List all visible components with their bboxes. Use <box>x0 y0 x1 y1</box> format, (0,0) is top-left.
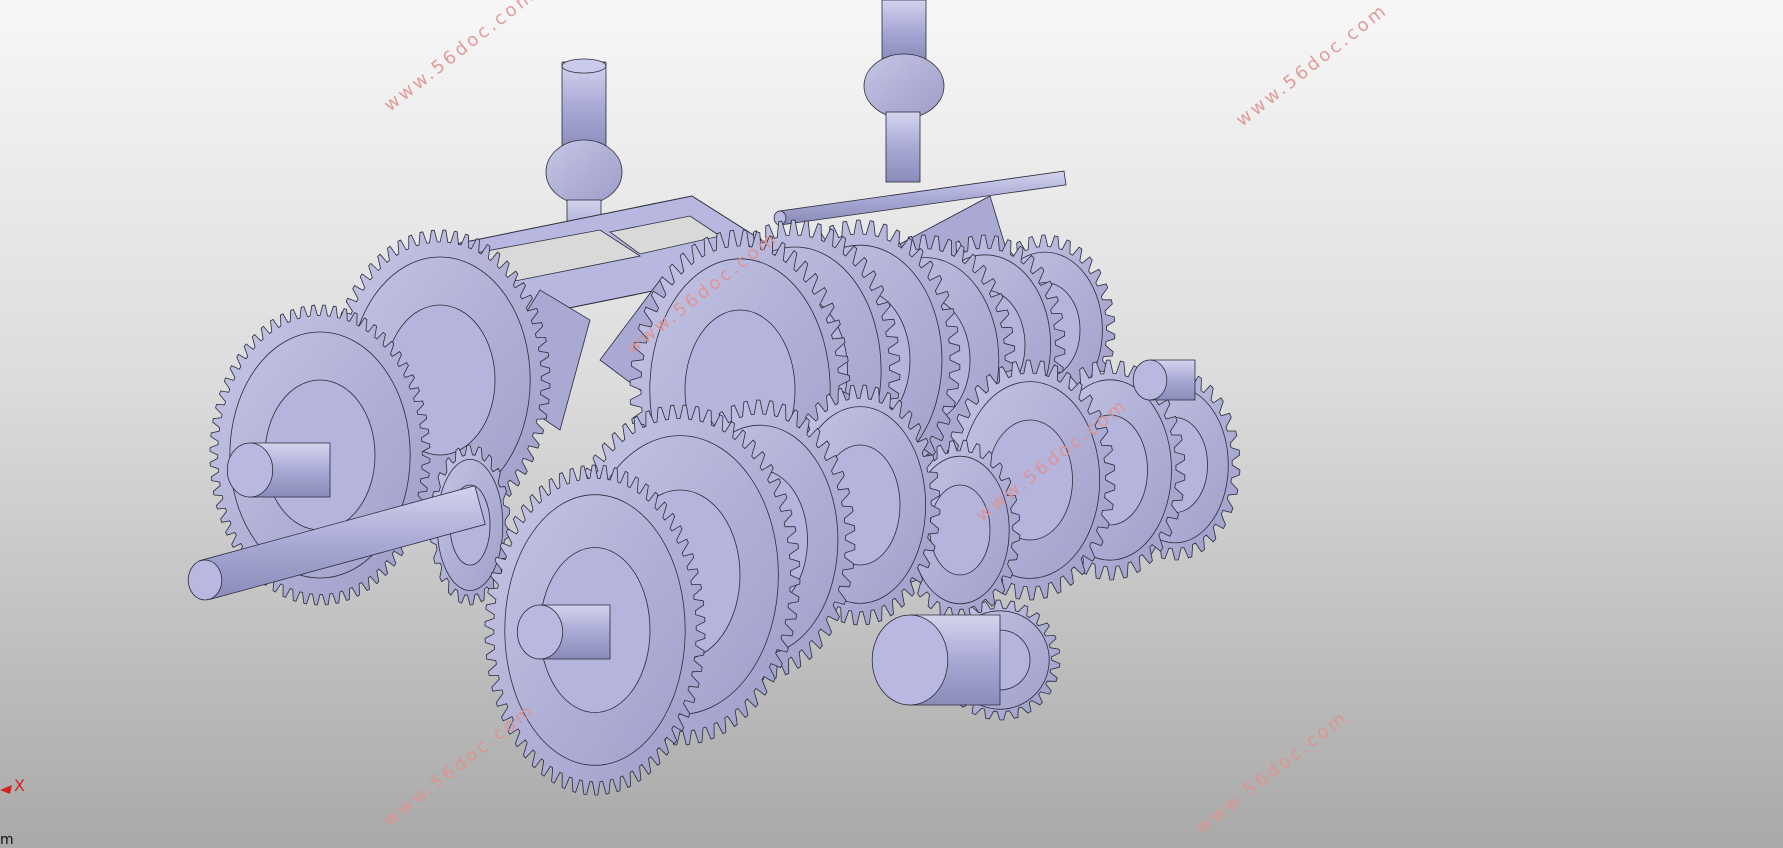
shaft-body <box>778 170 1067 226</box>
shaft-end <box>187 559 223 601</box>
lever-top <box>561 58 607 74</box>
ball-joint <box>863 53 945 119</box>
shaft-end <box>226 442 274 498</box>
lever-rod <box>881 0 927 61</box>
axis-x-label: X <box>14 776 25 795</box>
lever-rod <box>561 61 607 153</box>
lever-rod <box>885 111 921 183</box>
ball-joint <box>545 139 623 205</box>
scale-unit-text: m <box>0 832 14 848</box>
shaft-end <box>871 614 949 706</box>
gearbox-model <box>187 0 1241 796</box>
shaft-end <box>1132 359 1168 401</box>
gear-hub <box>929 484 991 576</box>
shaft-end <box>516 604 564 660</box>
3d-viewport[interactable]: www.56doc.com www.56doc.com www.56doc.co… <box>0 0 1783 848</box>
gear-set <box>209 219 1241 796</box>
